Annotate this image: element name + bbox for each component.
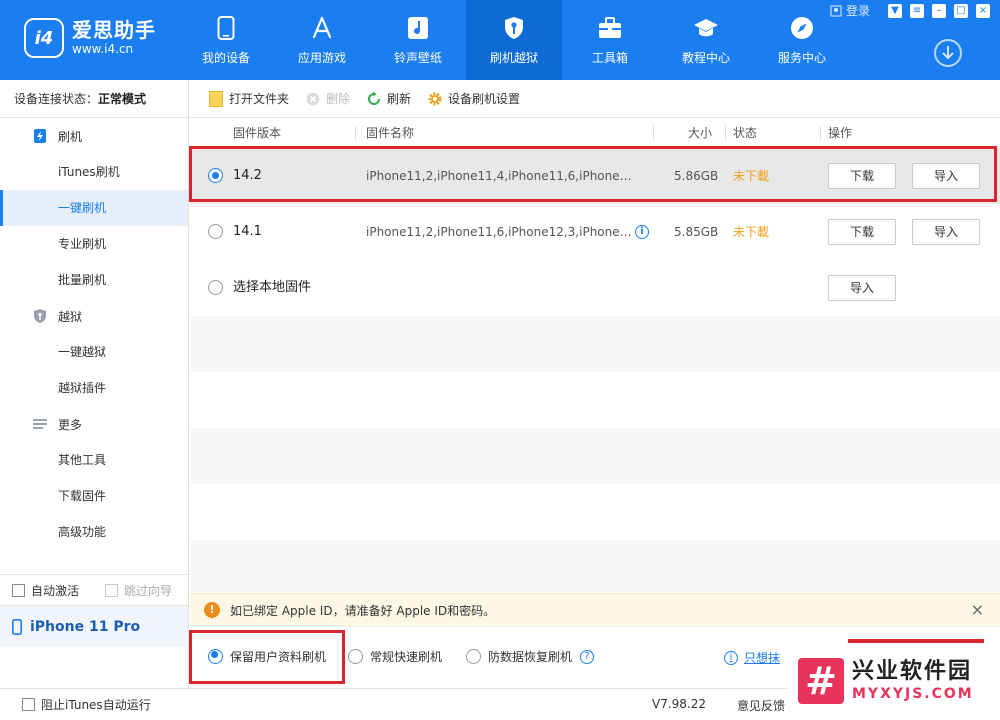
firmware-radio-14-1[interactable] xyxy=(208,224,223,239)
sidebar-item-one-click-jailbreak[interactable]: 一键越狱 xyxy=(0,334,188,370)
main-nav: 我的设备 应用游戏 铃声壁纸 刷机越狱 工具箱 教程中心 服务中心 xyxy=(178,0,850,80)
sidebar-group-jailbreak[interactable]: 越狱 xyxy=(0,298,188,334)
flash-icon xyxy=(34,129,46,143)
gear-icon xyxy=(427,91,443,107)
mode-quick-flash[interactable]: 常规快速刷机 xyxy=(348,648,442,665)
menu-lines-icon xyxy=(33,419,47,429)
empty-row xyxy=(190,372,1000,428)
info-icon: i xyxy=(724,650,738,665)
shield-key-icon xyxy=(501,15,527,41)
logo-badge: i4 xyxy=(24,18,64,58)
sidebar-item-jailbreak-plugins[interactable]: 越狱插件 xyxy=(0,370,188,406)
compass-icon xyxy=(789,15,815,41)
app-store-icon xyxy=(309,15,335,41)
main-toolbar: 打开文件夹 删除 刷新 设备刷机设置 xyxy=(190,80,1000,118)
table-row[interactable]: 选择本地固件 导入 xyxy=(190,260,1000,316)
nav-flash-jailbreak[interactable]: 刷机越狱 xyxy=(466,0,562,80)
auto-activate-checkbox[interactable] xyxy=(12,583,25,597)
firmware-table-body: 14.2 iPhone11,2,iPhone11,4,iPhone11,6,iP… xyxy=(190,148,1000,592)
warning-icon: ! xyxy=(204,602,220,618)
watermark-logo-icon: # xyxy=(798,658,844,704)
firmware-table-header: 固件版本 固件名称 大小 状态 操作 xyxy=(190,119,1000,147)
user-icon xyxy=(830,5,842,16)
device-name[interactable]: iPhone 11 Pro xyxy=(0,605,188,647)
status-badge: 未下載 xyxy=(733,225,770,239)
help-icon[interactable]: ? xyxy=(580,649,595,664)
jailbreak-shield-icon xyxy=(34,309,46,323)
sidebar-item-one-click-flash[interactable]: 一键刷机 xyxy=(0,190,188,226)
skip-guide-label: 跳过向导 xyxy=(124,583,173,598)
import-button[interactable]: 导入 xyxy=(912,219,980,245)
sidebar-item-itunes-flash[interactable]: iTunes刷机 xyxy=(0,154,188,190)
empty-row xyxy=(190,428,1000,484)
logo-url: www.i4.cn xyxy=(72,42,134,56)
logo-name: 爱思助手 xyxy=(72,18,156,42)
skin-icon[interactable]: ▼ xyxy=(888,3,902,18)
local-firmware-radio[interactable] xyxy=(208,280,223,295)
maximize-icon[interactable]: □ xyxy=(954,3,968,18)
block-itunes-checkbox[interactable] xyxy=(22,697,35,711)
empty-row xyxy=(190,484,1000,540)
graduation-icon xyxy=(693,15,719,41)
sidebar-group-more[interactable]: 更多 xyxy=(0,406,188,442)
sidebar: 设备连接状态：正常模式 刷机 iTunes刷机 一键刷机 专业刷机 批量刷机 越… xyxy=(0,80,189,720)
highlight-box xyxy=(189,146,997,202)
import-local-button[interactable]: 导入 xyxy=(828,275,896,301)
notice-text: 如已绑定 Apple ID，请准备好 Apple ID和密码。 xyxy=(230,603,496,618)
block-itunes-label: 阻止iTunes自动运行 xyxy=(41,697,151,712)
menu-icon[interactable]: ≡ xyxy=(910,3,924,18)
sidebar-item-download-firmware[interactable]: 下载固件 xyxy=(0,478,188,514)
refresh-button[interactable]: 刷新 xyxy=(366,90,411,107)
sidebar-group-flash[interactable]: 刷机 xyxy=(0,118,188,154)
delete-button[interactable]: 删除 xyxy=(305,90,350,107)
site-watermark: # 兴业软件园 MYXYJS.COM xyxy=(788,650,1000,712)
connection-status-value: 正常模式 xyxy=(98,92,147,106)
mode-anti-recovery[interactable]: 防数据恢复刷机 ? xyxy=(466,648,595,665)
top-header: i4 爱思助手 www.i4.cn 我的设备 应用游戏 铃声壁纸 刷机越狱 工具… xyxy=(0,0,1000,80)
download-manager-icon[interactable] xyxy=(934,39,962,67)
nav-toolbox[interactable]: 工具箱 xyxy=(562,0,658,80)
mode-anti-recovery-radio[interactable] xyxy=(466,649,481,664)
app-logo: i4 爱思助手 www.i4.cn xyxy=(24,18,156,58)
nav-tutorials[interactable]: 教程中心 xyxy=(658,0,754,80)
device-phone-icon xyxy=(12,618,22,635)
music-icon xyxy=(405,15,431,41)
info-icon[interactable]: i xyxy=(635,225,649,239)
app-version: V7.98.22 xyxy=(652,697,707,711)
close-icon[interactable]: × xyxy=(976,3,990,18)
mode-quick-radio[interactable] xyxy=(348,649,363,664)
sidebar-item-other-tools[interactable]: 其他工具 xyxy=(0,442,188,478)
login-link[interactable]: 登录 xyxy=(830,2,870,19)
download-button[interactable]: 下载 xyxy=(828,219,896,245)
sidebar-item-pro-flash[interactable]: 专业刷机 xyxy=(0,226,188,262)
nav-apps-games[interactable]: 应用游戏 xyxy=(274,0,370,80)
apple-id-notice: ! 如已绑定 Apple ID，请准备好 Apple ID和密码。 × xyxy=(190,593,1000,627)
auto-activate-label: 自动激活 xyxy=(31,583,80,598)
toolbox-icon xyxy=(597,15,623,41)
refresh-icon xyxy=(366,91,382,107)
connection-status: 设备连接状态：正常模式 xyxy=(0,80,188,118)
phone-icon xyxy=(213,15,239,41)
empty-row xyxy=(190,316,1000,372)
notice-close-icon[interactable]: × xyxy=(971,602,984,618)
empty-row xyxy=(190,540,1000,592)
nav-ringtones-wallpapers[interactable]: 铃声壁纸 xyxy=(370,0,466,80)
folder-icon xyxy=(208,90,224,107)
open-folder-button[interactable]: 打开文件夹 xyxy=(208,90,289,107)
nav-my-device[interactable]: 我的设备 xyxy=(178,0,274,80)
highlight-box xyxy=(189,630,345,684)
device-flash-settings-button[interactable]: 设备刷机设置 xyxy=(427,90,520,107)
minimize-icon[interactable]: – xyxy=(932,3,946,18)
sidebar-bottom: 自动激活 跳过向导 iPhone 11 Pro xyxy=(0,574,188,647)
skip-guide-checkbox[interactable] xyxy=(105,583,119,597)
feedback-link[interactable]: 意见反馈 xyxy=(737,697,785,714)
sidebar-item-batch-flash[interactable]: 批量刷机 xyxy=(0,262,188,298)
highlight-box-partial xyxy=(848,639,984,643)
table-row[interactable]: 14.1 iPhone11,2,iPhone11,6,iPhone12,3,iP… xyxy=(190,204,1000,260)
delete-icon xyxy=(305,91,321,107)
only-erase-link[interactable]: i 只想抹 xyxy=(724,649,780,666)
sidebar-item-advanced[interactable]: 高级功能 xyxy=(0,514,188,550)
window-controls: 登录 ▼ ≡ – □ × xyxy=(830,2,990,19)
